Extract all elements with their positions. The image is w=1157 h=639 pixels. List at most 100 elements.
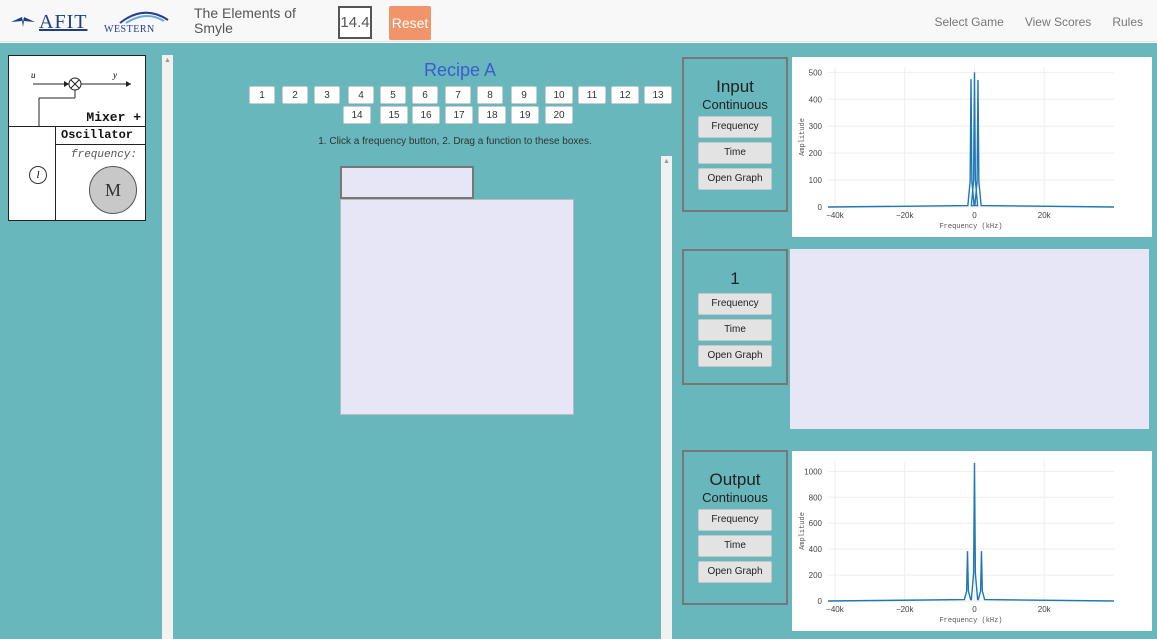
frequency-knob[interactable]: M bbox=[89, 166, 137, 214]
frequency-button-5[interactable]: 5 bbox=[380, 86, 406, 104]
stage-1-time-button[interactable]: Time bbox=[698, 319, 772, 341]
frequency-button-17[interactable]: 17 bbox=[445, 106, 473, 124]
divider bbox=[56, 144, 145, 145]
y-tick-label: 400 bbox=[809, 545, 823, 554]
frequency-label: frequency: bbox=[71, 149, 138, 161]
y-tick-label: 200 bbox=[809, 571, 823, 580]
scroll-up-icon[interactable]: ▲ bbox=[663, 158, 670, 165]
x-tick-label: −40k bbox=[826, 211, 845, 220]
frequency-button-12[interactable]: 12 bbox=[611, 86, 639, 104]
rules-link[interactable]: Rules bbox=[1112, 15, 1143, 29]
input-spectrum-svg: 0 100 200 300 400 500 −40k −20k 0 20k Frequency (k… bbox=[799, 67, 1115, 231]
stage-1-open-graph-button[interactable]: Open Graph bbox=[698, 345, 772, 367]
center-scrollbar[interactable]: ▲ bbox=[661, 156, 672, 639]
mixer-title: Mixer + bbox=[86, 110, 141, 125]
y-tick-label: 400 bbox=[809, 95, 823, 104]
frequency-button-16[interactable]: 16 bbox=[412, 106, 440, 124]
western-logo[interactable]: WESTERN bbox=[104, 8, 170, 36]
nav-links: Select Game View Scores Rules bbox=[934, 15, 1143, 29]
recipe-title: Recipe A bbox=[423, 60, 497, 80]
western-swoosh-icon bbox=[119, 11, 169, 24]
x-tick-label: 20k bbox=[1038, 211, 1052, 220]
x-axis-label: Frequency (kHz) bbox=[939, 223, 1002, 231]
function-palette: u y Mixer + Oscillator frequency: l M bbox=[6, 55, 162, 639]
frequency-button-20[interactable]: 20 bbox=[545, 106, 573, 124]
oscillator-label: Oscillator bbox=[61, 128, 134, 142]
stage-1-card: 1 Frequency Time Open Graph bbox=[682, 249, 788, 385]
divider bbox=[55, 126, 56, 220]
small-knob-icon: l bbox=[29, 166, 47, 184]
x-tick-label: −40k bbox=[826, 605, 845, 614]
frequency-button-13[interactable]: 13 bbox=[644, 86, 672, 104]
output-spectrum-svg: 0 200 400 600 800 1000 −40k −20k 0 20k Frequency (… bbox=[799, 461, 1115, 625]
input-subtitle: Continuous bbox=[702, 97, 768, 112]
y-tick-label: 0 bbox=[818, 597, 823, 606]
afit-logo[interactable]: AFIT bbox=[10, 10, 87, 34]
svg-text:u: u bbox=[31, 70, 36, 80]
frequency-button-18[interactable]: 18 bbox=[478, 106, 506, 124]
frequency-button-8[interactable]: 8 bbox=[477, 86, 503, 104]
output-frequency-button[interactable]: Frequency bbox=[698, 509, 772, 531]
frequency-button-10[interactable]: 10 bbox=[545, 86, 573, 104]
input-open-graph-button[interactable]: Open Graph bbox=[698, 168, 772, 190]
spectrum-line bbox=[827, 462, 1115, 602]
svg-text:y: y bbox=[112, 70, 117, 80]
y-tick-label: 600 bbox=[809, 519, 823, 528]
y-tick-label: 1000 bbox=[804, 467, 822, 476]
output-card: Output Continuous Frequency Time Open Gr… bbox=[682, 450, 788, 605]
frequency-button-3[interactable]: 3 bbox=[314, 86, 340, 104]
spectrum-line bbox=[827, 72, 1115, 208]
x-axis-label: Frequency (kHz) bbox=[939, 617, 1002, 625]
main-area: u y Mixer + Oscillator frequency: l M ▲ … bbox=[0, 43, 1157, 639]
instruction-text: 1. Click a frequency button, 2. Drag a f… bbox=[318, 136, 592, 147]
function-drop-area[interactable] bbox=[340, 199, 574, 415]
input-card: Input Continuous Frequency Time Open Gra… bbox=[682, 57, 788, 212]
output-time-button[interactable]: Time bbox=[698, 535, 772, 557]
frequency-button-4[interactable]: 4 bbox=[348, 86, 374, 104]
navbar: AFIT WESTERN The Elements of Smyle 14.4 … bbox=[0, 0, 1157, 42]
left-scrollbar[interactable]: ▲ bbox=[162, 55, 173, 639]
output-open-graph-button[interactable]: Open Graph bbox=[698, 561, 772, 583]
frequency-button-1[interactable]: 1 bbox=[249, 86, 275, 104]
frequency-button-2[interactable]: 2 bbox=[282, 86, 308, 104]
scroll-up-icon[interactable]: ▲ bbox=[164, 57, 171, 64]
y-tick-label: 100 bbox=[809, 176, 823, 185]
input-spectrum-chart[interactable]: 0 100 200 300 400 500 −40k −20k 0 20k Frequency (k… bbox=[792, 57, 1152, 237]
select-game-link[interactable]: Select Game bbox=[934, 15, 1003, 29]
afit-logo-text: AFIT bbox=[39, 10, 88, 33]
input-frequency-button[interactable]: Frequency bbox=[698, 116, 772, 138]
afit-wings-icon bbox=[11, 17, 35, 27]
x-tick-label: 0 bbox=[972, 605, 977, 614]
frequency-button-19[interactable]: 19 bbox=[511, 106, 539, 124]
x-tick-label: −20k bbox=[896, 211, 915, 220]
divider bbox=[9, 126, 145, 127]
input-title: Input bbox=[716, 77, 754, 96]
frequency-button-14[interactable]: 14 bbox=[343, 106, 371, 124]
stage-1-frequency-button[interactable]: Frequency bbox=[698, 293, 772, 315]
game-title: The Elements of Smyle bbox=[194, 5, 296, 36]
western-logo-text: WESTERN bbox=[104, 24, 155, 35]
y-tick-label: 800 bbox=[809, 493, 823, 502]
view-scores-link[interactable]: View Scores bbox=[1025, 15, 1091, 29]
y-axis-label: Amplitude bbox=[799, 118, 807, 156]
reset-button[interactable]: Reset bbox=[389, 6, 431, 40]
mixer-oscillator-card[interactable]: u y Mixer + Oscillator frequency: l M bbox=[8, 55, 146, 221]
frequency-button-11[interactable]: 11 bbox=[578, 86, 606, 104]
function-drop-slot[interactable] bbox=[340, 166, 474, 199]
y-tick-label: 0 bbox=[818, 203, 823, 212]
frequency-button-7[interactable]: 7 bbox=[445, 86, 471, 104]
y-axis-label: Amplitude bbox=[799, 512, 807, 550]
x-tick-label: 0 bbox=[972, 211, 977, 220]
frequency-button-6[interactable]: 6 bbox=[412, 86, 438, 104]
stage-1-title: 1 bbox=[730, 269, 740, 288]
input-time-button[interactable]: Time bbox=[698, 142, 772, 164]
output-spectrum-chart[interactable]: 0 200 400 600 800 1000 −40k −20k 0 20k Frequency (… bbox=[792, 451, 1152, 631]
stage-1-graph[interactable] bbox=[790, 249, 1149, 429]
score-display: 14.4 bbox=[338, 6, 372, 39]
frequency-button-15[interactable]: 15 bbox=[380, 106, 408, 124]
y-tick-label: 500 bbox=[809, 68, 823, 77]
x-tick-label: −20k bbox=[896, 605, 915, 614]
output-subtitle: Continuous bbox=[702, 490, 768, 505]
frequency-button-9[interactable]: 9 bbox=[511, 86, 537, 104]
x-tick-label: 20k bbox=[1038, 605, 1052, 614]
